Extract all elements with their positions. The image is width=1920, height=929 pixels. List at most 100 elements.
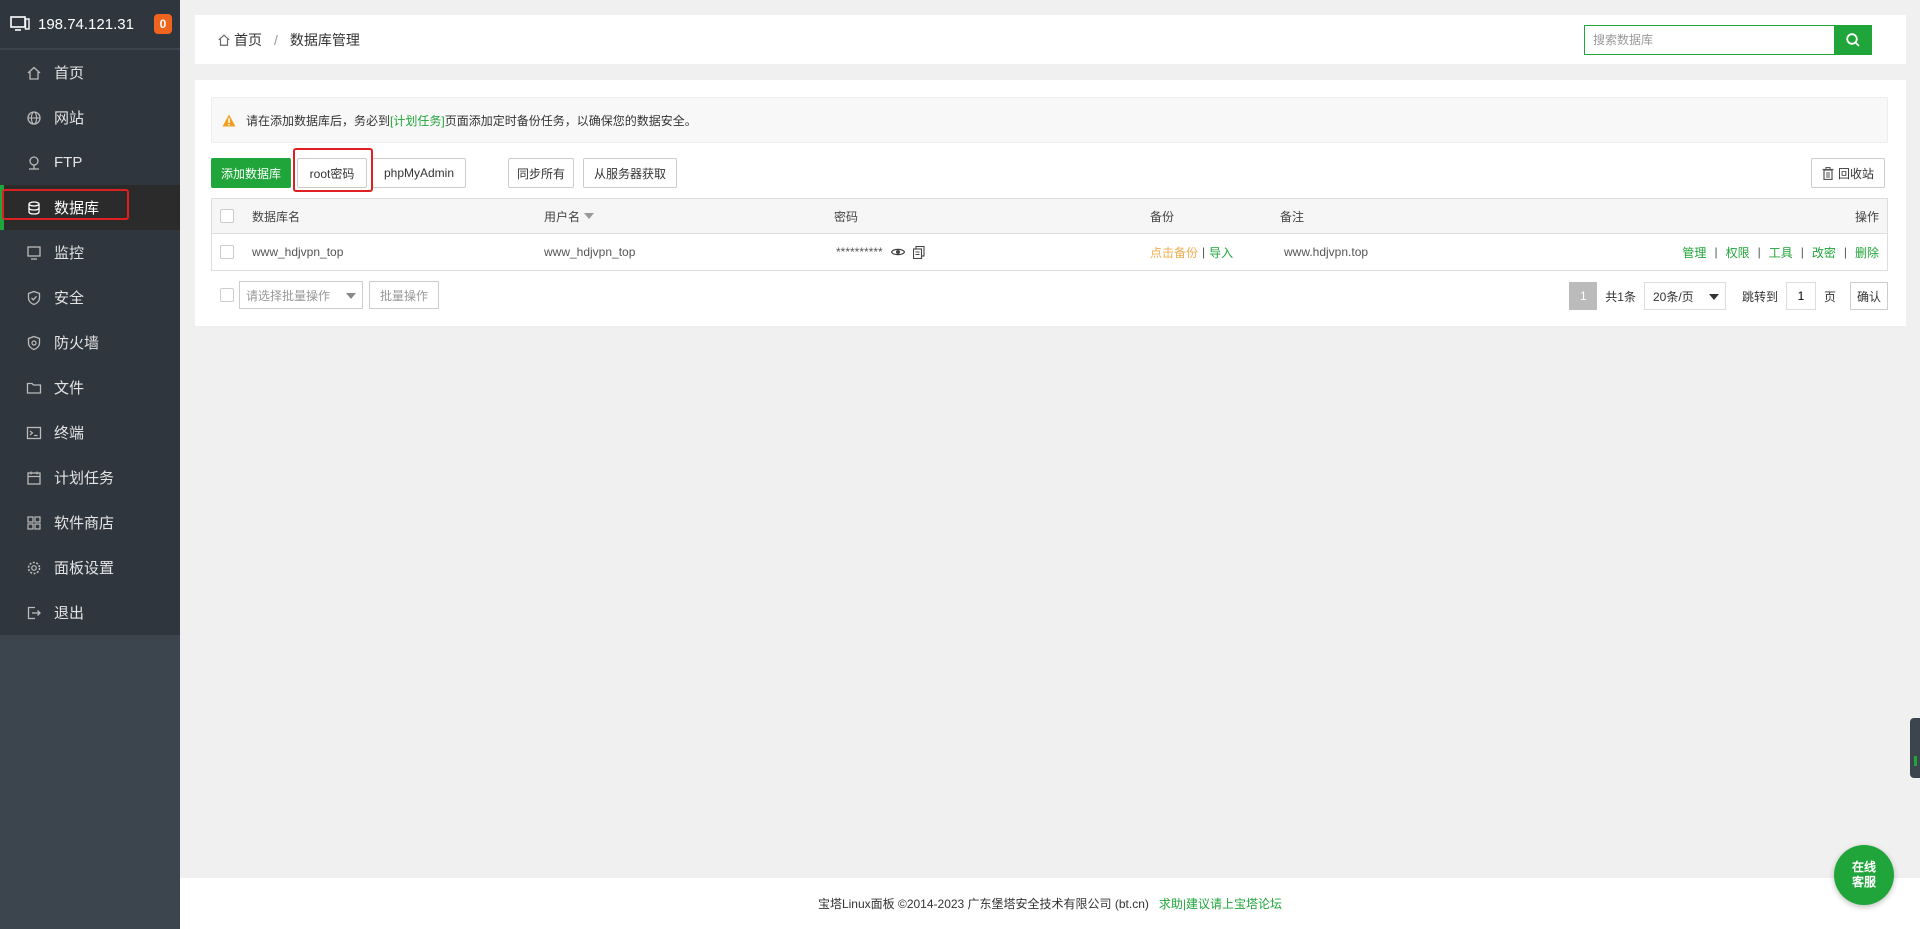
shield-icon <box>26 290 42 306</box>
sidebar-item-monitor[interactable]: 监控 <box>0 230 180 275</box>
recycle-bin-button[interactable]: 回收站 <box>1811 158 1885 188</box>
eye-icon[interactable] <box>890 247 905 257</box>
sort-down-icon <box>584 213 595 219</box>
breadcrumb: 首页 / 数据库管理 <box>217 30 360 50</box>
trash-icon <box>1822 166 1834 180</box>
phpmyadmin-button[interactable]: phpMyAdmin <box>372 158 466 188</box>
sidebar-item-terminal[interactable]: 终端 <box>0 410 180 455</box>
search-icon <box>1845 32 1861 48</box>
header-actions: 操作 <box>1854 209 1879 224</box>
sidebar-item-cron[interactable]: 计划任务 <box>0 455 180 500</box>
sidebar-item-security[interactable]: 安全 <box>0 275 180 320</box>
notification-badge[interactable]: 0 <box>154 14 172 34</box>
sidebar-item-label: 计划任务 <box>54 470 115 487</box>
manage-link[interactable]: 管理 <box>1682 244 1706 261</box>
table-row: www_hdjvpn_top www_hdjvpn_top **********… <box>212 234 1887 270</box>
sidebar-item-database[interactable]: 数据库 <box>0 185 180 230</box>
sync-all-button[interactable]: 同步所有 <box>508 158 574 188</box>
monitor-screen-icon <box>10 16 30 32</box>
sidebar-item-label: 软件商店 <box>54 515 115 532</box>
page-size-select[interactable]: 20条/页 <box>1643 282 1726 310</box>
row-actions: 管理 | 权限 | 工具 | 改密 | 删除 <box>1682 234 1879 270</box>
jump-confirm-button[interactable]: 确认 <box>1850 282 1888 310</box>
sidebar-item-logout[interactable]: 退出 <box>0 590 180 635</box>
warning-icon <box>222 114 236 127</box>
sidebar-item-label: 终端 <box>54 425 85 442</box>
terminal-icon <box>26 425 42 441</box>
search-input[interactable] <box>1584 25 1834 55</box>
sidebar-menu: 首页 网站 FTP 数据库 监控 安全 防火墙 文件 终端 计划任务 软件商店 … <box>0 50 180 635</box>
sidebar-item-home[interactable]: 首页 <box>0 50 180 95</box>
monitor-icon <box>26 245 42 261</box>
sidebar-item-label: 数据库 <box>54 200 100 217</box>
sidebar-item-settings[interactable]: 面板设置 <box>0 545 180 590</box>
gear-icon <box>26 560 42 576</box>
add-database-button[interactable]: 添加数据库 <box>211 158 291 188</box>
sidebar-item-ftp[interactable]: FTP <box>0 140 180 185</box>
side-collapse-tab[interactable] <box>1910 718 1920 778</box>
database-note[interactable]: www.hdjvpn.top <box>1284 234 1368 270</box>
backup-separator: | <box>1202 245 1206 259</box>
grid-icon <box>26 515 42 531</box>
backup-now-link[interactable]: 点击备份 <box>1150 244 1198 261</box>
sidebar-item-firewall[interactable]: 防火墙 <box>0 320 180 365</box>
online-support-button[interactable]: 在线 客服 <box>1834 845 1894 905</box>
home-icon <box>26 65 42 81</box>
database-name: www_hdjvpn_top <box>252 245 344 259</box>
jump-page-input[interactable] <box>1785 282 1816 310</box>
action-separator: | <box>1757 245 1761 259</box>
sidebar-item-label: 首页 <box>54 65 85 82</box>
firewall-icon <box>26 335 42 351</box>
action-separator: | <box>1714 245 1718 259</box>
row-checkbox[interactable] <box>220 245 234 259</box>
database-icon <box>26 200 42 216</box>
search-button[interactable] <box>1834 25 1872 55</box>
sidebar-item-label: 面板设置 <box>54 560 115 577</box>
tools-link[interactable]: 工具 <box>1769 244 1793 261</box>
sidebar-item-files[interactable]: 文件 <box>0 365 180 410</box>
batch-operation-button[interactable]: 批量操作 <box>369 281 439 309</box>
delete-link[interactable]: 删除 <box>1855 244 1879 261</box>
change-password-link[interactable]: 改密 <box>1812 244 1836 261</box>
breadcrumb-separator: / <box>274 31 278 48</box>
root-password-button[interactable]: root密码 <box>297 158 367 188</box>
notice-text: 请在添加数据库后，务必到 <box>246 113 391 128</box>
breadcrumb-home[interactable]: 首页 <box>234 30 262 50</box>
notice-text-tail: 页面添加定时备份任务，以确保您的数据安全。 <box>444 113 697 128</box>
recycle-bin-label: 回收站 <box>1837 166 1874 181</box>
copy-icon[interactable] <box>912 245 925 259</box>
breadcrumb-current: 数据库管理 <box>289 31 360 48</box>
batch-operation-select[interactable]: 请选择批量操作 <box>239 281 363 309</box>
header-username[interactable]: 用户名 <box>544 199 595 233</box>
fetch-from-server-button[interactable]: 从服务器获取 <box>583 158 677 188</box>
sidebar-item-label: 网站 <box>54 110 85 127</box>
footer-copyright: 宝塔Linux面板 ©2014-2023 广东堡塔安全技术有限公司 (bt.cn… <box>817 897 1149 911</box>
import-link[interactable]: 导入 <box>1209 244 1233 261</box>
total-count: 共1条 <box>1605 289 1636 304</box>
search-box <box>1584 25 1872 55</box>
header-note: 备注 <box>1280 209 1305 224</box>
page-unit: 页 <box>1823 289 1836 304</box>
sidebar: 198.74.121.31 0 首页 网站 FTP 数据库 监控 安全 防火墙 … <box>0 0 180 929</box>
top-bar: 首页 / 数据库管理 <box>195 15 1906 64</box>
action-separator: | <box>1800 245 1804 259</box>
cron-task-link[interactable]: [计划任务] <box>390 112 445 129</box>
current-page[interactable]: 1 <box>1569 282 1598 310</box>
header-backup: 备份 <box>1150 209 1175 224</box>
forum-link[interactable]: 求助|建议请上宝塔论坛 <box>1159 895 1282 912</box>
sidebar-item-store[interactable]: 软件商店 <box>0 500 180 545</box>
home-icon[interactable] <box>217 33 231 47</box>
password-masked: ********** <box>836 245 883 259</box>
select-all-checkbox[interactable] <box>220 209 234 223</box>
permission-link[interactable]: 权限 <box>1726 244 1750 261</box>
database-table: 数据库名 用户名 密码 备份 备注 操作 www_hdjvpn_top www_… <box>211 198 1888 271</box>
bottom-select-all-checkbox[interactable] <box>220 288 234 302</box>
database-panel: 请在添加数据库后，务必到 [计划任务] 页面添加定时备份任务，以确保您的数据安全… <box>195 80 1906 326</box>
footer: 宝塔Linux面板 ©2014-2023 广东堡塔安全技术有限公司 (bt.cn… <box>180 878 1920 929</box>
table-header-row: 数据库名 用户名 密码 备份 备注 操作 <box>212 199 1887 234</box>
globe-icon <box>26 110 42 126</box>
sidebar-item-website[interactable]: 网站 <box>0 95 180 140</box>
database-username: www_hdjvpn_top <box>544 245 636 259</box>
folder-icon <box>26 380 42 396</box>
sidebar-item-label: FTP <box>54 154 83 171</box>
